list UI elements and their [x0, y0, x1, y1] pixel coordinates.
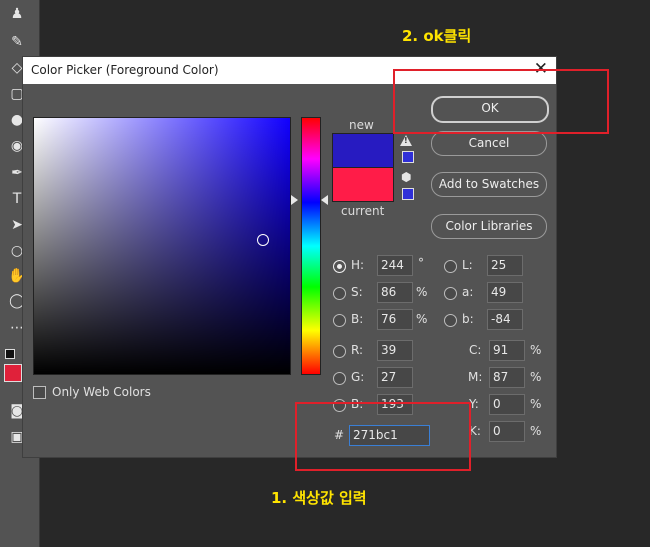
m-label: M:: [468, 370, 483, 384]
l-radio[interactable]: [444, 260, 457, 273]
r-field[interactable]: 39: [377, 340, 413, 361]
web-safe-cube-icon[interactable]: ⬢: [401, 171, 412, 183]
default-colors-icon[interactable]: [5, 349, 15, 359]
a-label: a:: [462, 285, 474, 299]
annotation-step1: 1. 색상값 입력: [271, 489, 367, 507]
foreground-color-swatch[interactable]: [4, 364, 22, 382]
g-label: G:: [351, 370, 365, 384]
c-label: C:: [469, 343, 482, 357]
new-label: new: [349, 118, 374, 132]
lab-b-label: b:: [462, 312, 474, 326]
lab-b-radio[interactable]: [444, 314, 457, 327]
hue-slider-left-arrow-icon[interactable]: [291, 195, 298, 205]
b-field[interactable]: 76: [377, 309, 413, 330]
s-radio[interactable]: [333, 287, 346, 300]
current-color-swatch[interactable]: [332, 167, 394, 202]
stamp-icon[interactable]: ♟: [8, 6, 26, 22]
b-label: B:: [351, 312, 364, 326]
a-radio[interactable]: [444, 287, 457, 300]
gamut-warning-mark: !: [404, 136, 408, 145]
color-libraries-button[interactable]: Color Libraries: [431, 214, 547, 239]
y-unit: %: [530, 397, 542, 411]
hue-slider[interactable]: [301, 117, 321, 375]
h-unit: °: [418, 256, 424, 270]
add-to-swatches-button[interactable]: Add to Swatches: [431, 172, 547, 197]
color-field[interactable]: [33, 117, 291, 375]
annotation-box-hex: [295, 402, 471, 471]
gamut-swatch[interactable]: [402, 151, 414, 163]
k-field[interactable]: 0: [489, 421, 525, 442]
l-label: L:: [462, 258, 473, 272]
s-field[interactable]: 86: [377, 282, 413, 303]
cancel-button[interactable]: Cancel: [431, 131, 547, 156]
annotation-step2: 2. ok클릭: [402, 27, 472, 45]
new-color-swatch: [332, 133, 394, 167]
c-field[interactable]: 91: [489, 340, 525, 361]
only-web-colors-checkbox[interactable]: [33, 386, 46, 399]
b-unit: %: [416, 312, 428, 326]
k-unit: %: [530, 424, 542, 438]
b-radio[interactable]: [333, 314, 346, 327]
l-field[interactable]: 25: [487, 255, 523, 276]
web-safe-swatch[interactable]: [402, 188, 414, 200]
r-label: R:: [351, 343, 364, 357]
lab-b-field[interactable]: -84: [487, 309, 523, 330]
history-brush-icon[interactable]: ✎: [8, 34, 26, 50]
h-radio[interactable]: [333, 260, 346, 273]
m-field[interactable]: 87: [489, 367, 525, 388]
c-unit: %: [530, 343, 542, 357]
s-label: S:: [351, 285, 363, 299]
m-unit: %: [530, 370, 542, 384]
hue-slider-right-arrow-icon[interactable]: [321, 195, 328, 205]
y-field[interactable]: 0: [489, 394, 525, 415]
current-label: current: [341, 204, 385, 218]
h-field[interactable]: 244: [377, 255, 413, 276]
h-label: H:: [351, 258, 365, 272]
s-unit: %: [416, 285, 428, 299]
color-field-cursor[interactable]: [257, 234, 269, 246]
only-web-colors-label: Only Web Colors: [52, 385, 151, 399]
r-radio[interactable]: [333, 345, 346, 358]
annotation-box-ok: [393, 69, 609, 134]
a-field[interactable]: 49: [487, 282, 523, 303]
dialog-title: Color Picker (Foreground Color): [31, 63, 219, 77]
g-radio[interactable]: [333, 372, 346, 385]
g-field[interactable]: 27: [377, 367, 413, 388]
